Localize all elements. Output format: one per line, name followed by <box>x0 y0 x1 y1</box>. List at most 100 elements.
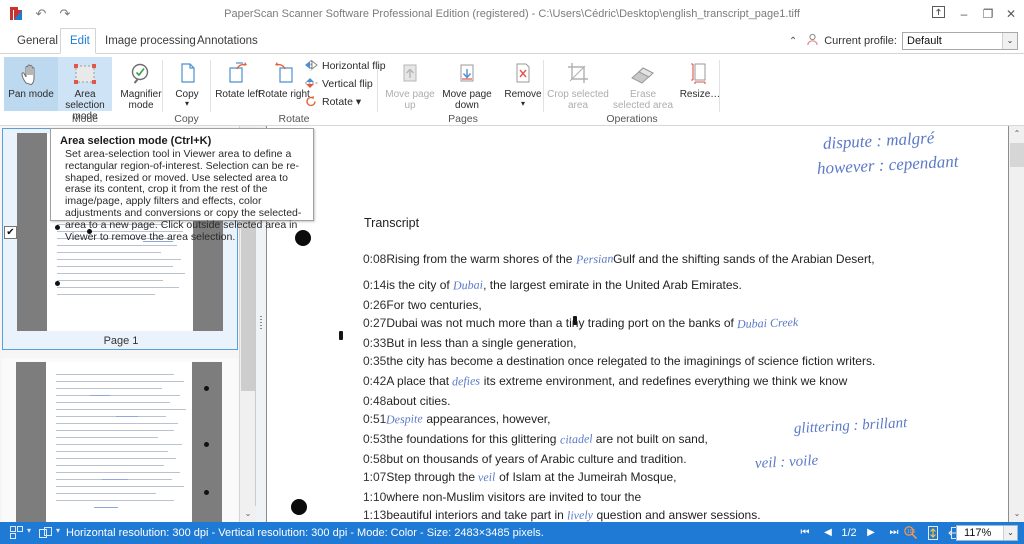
transcript-tail: Gulf and the shifting sands of the Arabi… <box>613 252 875 266</box>
previous-page-button[interactable]: ◀ <box>820 522 836 544</box>
document-viewer[interactable]: dispute : malgré however : cependant Tra… <box>266 126 1024 522</box>
status-bar: ▾ ▾ Horizontal resolution: 300 dpi - Ver… <box>0 522 1024 544</box>
vertical-flip-button[interactable]: Vertical flip <box>303 76 373 93</box>
move-page-down-label: Move page down <box>438 89 496 111</box>
rotate-dropdown-button[interactable]: Rotate ▾ <box>303 94 361 111</box>
chevron-down-icon[interactable]: ⌄ <box>1002 33 1017 49</box>
ribbon-display-options-button[interactable] <box>927 4 949 24</box>
thumbnails-scroll-down-button[interactable]: ⌄ <box>240 506 256 522</box>
move-page-down-button[interactable]: Move page down <box>438 57 496 111</box>
ribbon-group-copy: Copy ▾ Copy <box>163 54 210 126</box>
horizontal-flip-button[interactable]: Horizontal flip <box>303 58 386 75</box>
first-page-button[interactable]: ⏮ <box>797 522 813 544</box>
pen-mark <box>573 316 577 325</box>
handwritten-fill: Dubai <box>453 277 484 293</box>
tab-annotations[interactable]: Annotations <box>188 28 262 54</box>
ribbon-group-operations-label: Operations <box>544 113 720 125</box>
viewer-scroll-thumb[interactable] <box>1010 143 1024 167</box>
ribbon: Pan mode Area selection mode <box>0 54 1024 126</box>
transcript-line: 0:48about cities. <box>363 394 450 408</box>
current-profile-value: Default <box>907 35 942 47</box>
area-selection-mode-button[interactable]: Area selection mode <box>58 57 112 111</box>
remove-dropdown-icon[interactable]: ▾ <box>496 100 550 107</box>
viewer-scroll-up-button[interactable]: ⌃ <box>1009 126 1024 142</box>
transcript-line: 0:42A place that defies its extreme envi… <box>363 374 847 389</box>
application-window: ↶ ↷ PaperScan Scanner Software Professio… <box>0 0 1024 544</box>
maximize-button[interactable]: ❐ <box>977 4 999 24</box>
viewer-scroll-down-button[interactable]: ⌄ <box>1009 506 1024 522</box>
transcript-time: 0:53 <box>363 432 386 446</box>
transcript-time: 0:58 <box>363 452 386 466</box>
resize-button[interactable]: Resize… <box>678 57 722 111</box>
zoom-level-select[interactable]: 117% ⌄ <box>956 525 1018 541</box>
viewer-scrollbar[interactable]: ⌃ ⌄ <box>1008 126 1024 522</box>
rotate-dropdown-label: Rotate ▾ <box>322 96 361 108</box>
last-page-button[interactable]: ⏭ <box>886 522 902 544</box>
zoom-100-icon[interactable]: 100 <box>903 525 919 539</box>
copy-dropdown-icon[interactable]: ▾ <box>160 100 214 107</box>
zoom-chevron-down-icon[interactable]: ⌄ <box>1003 526 1017 540</box>
transcript-time: 0:27 <box>363 316 386 330</box>
thumbnail-page-2[interactable] <box>2 358 238 522</box>
tab-image-processing[interactable]: Image processing <box>96 28 188 54</box>
layout-dropdown-icon[interactable]: ▾ <box>56 526 60 540</box>
move-page-down-icon <box>438 59 496 89</box>
move-page-up-icon <box>380 59 440 89</box>
minimize-button[interactable]: – <box>953 4 975 24</box>
area-selection-tooltip: Area selection mode (Ctrl+K) Set area-se… <box>50 128 314 221</box>
pages-dropdown-icon[interactable]: ▾ <box>27 526 31 540</box>
transcript-time: 1:10 <box>363 490 386 504</box>
transcript-text: A place that <box>386 374 452 388</box>
pen-mark <box>339 331 343 340</box>
horizontal-flip-icon <box>304 59 319 74</box>
remove-page-button[interactable]: Remove ▾ <box>496 57 550 111</box>
next-page-button[interactable]: ▶ <box>863 522 879 544</box>
splitter-grip[interactable] <box>260 316 262 330</box>
thumbnail-1-checkbox[interactable]: ✔ <box>4 226 17 239</box>
transcript-tail: appearances, however, <box>423 412 550 426</box>
transcript-line: 0:51Despite appearances, however, <box>363 412 550 427</box>
transcript-time: 0:42 <box>363 374 386 388</box>
transcript-line: 0:26For two centuries, <box>363 298 482 312</box>
layout-icon[interactable] <box>39 526 53 540</box>
transcript-tail: are not built on sand, <box>592 432 707 446</box>
fit-page-icon[interactable] <box>925 525 941 539</box>
hole-punch-mark <box>291 499 307 515</box>
handwritten-fill: Despite <box>386 411 423 427</box>
transcript-time: 1:13 <box>363 508 386 522</box>
ribbon-group-operations: Crop selected area Erase selected area <box>544 54 720 126</box>
ribbon-separator <box>719 60 720 112</box>
transcript-line: 0:14is the city of Dubai, the largest em… <box>363 278 742 293</box>
move-page-up-button[interactable]: Move page up <box>380 57 440 111</box>
transcript-line: 1:13beautiful interiors and take part in… <box>363 508 761 522</box>
current-profile-select[interactable]: Default ⌄ <box>902 32 1018 50</box>
erase-selected-area-button[interactable]: Erase selected area <box>610 57 676 111</box>
copy-button[interactable]: Copy ▾ <box>160 57 214 111</box>
page-indicator: 1/2 <box>836 522 862 544</box>
marquee-icon <box>58 59 112 89</box>
ribbon-group-rotate-label: Rotate <box>211 113 377 125</box>
tooltip-body: Set area-selection tool in Viewer area t… <box>60 149 305 243</box>
collapse-ribbon-icon[interactable]: ⌃ <box>785 36 801 47</box>
ribbon-group-copy-label: Copy <box>163 113 210 125</box>
transcript-text: Dubai was not much more than a tiny trad… <box>386 316 737 330</box>
margin-note-3: glittering : brillant <box>794 415 908 438</box>
pages-icon[interactable] <box>10 526 24 540</box>
transcript-text: the foundations for this glittering <box>386 432 559 446</box>
handwritten-fill: defies <box>452 374 481 390</box>
svg-text:100: 100 <box>907 529 916 535</box>
vertical-flip-icon <box>304 77 319 92</box>
tab-general[interactable]: General <box>8 28 60 54</box>
eraser-icon <box>610 59 676 89</box>
user-icon <box>806 33 819 49</box>
remove-page-icon <box>496 59 550 89</box>
ribbon-group-mode-label: Mode <box>0 113 170 125</box>
transcript-text: where non-Muslim visitors are invited to… <box>386 490 641 504</box>
transcript-time: 1:07 <box>363 470 386 484</box>
pan-mode-button[interactable]: Pan mode <box>4 57 58 111</box>
handwritten-fill: veil <box>478 470 496 486</box>
crop-selected-area-button[interactable]: Crop selected area <box>546 57 610 111</box>
close-button[interactable]: ✕ <box>1000 4 1022 24</box>
tooltip-title: Area selection mode (Ctrl+K) <box>60 135 305 147</box>
tab-edit[interactable]: Edit <box>60 28 96 54</box>
